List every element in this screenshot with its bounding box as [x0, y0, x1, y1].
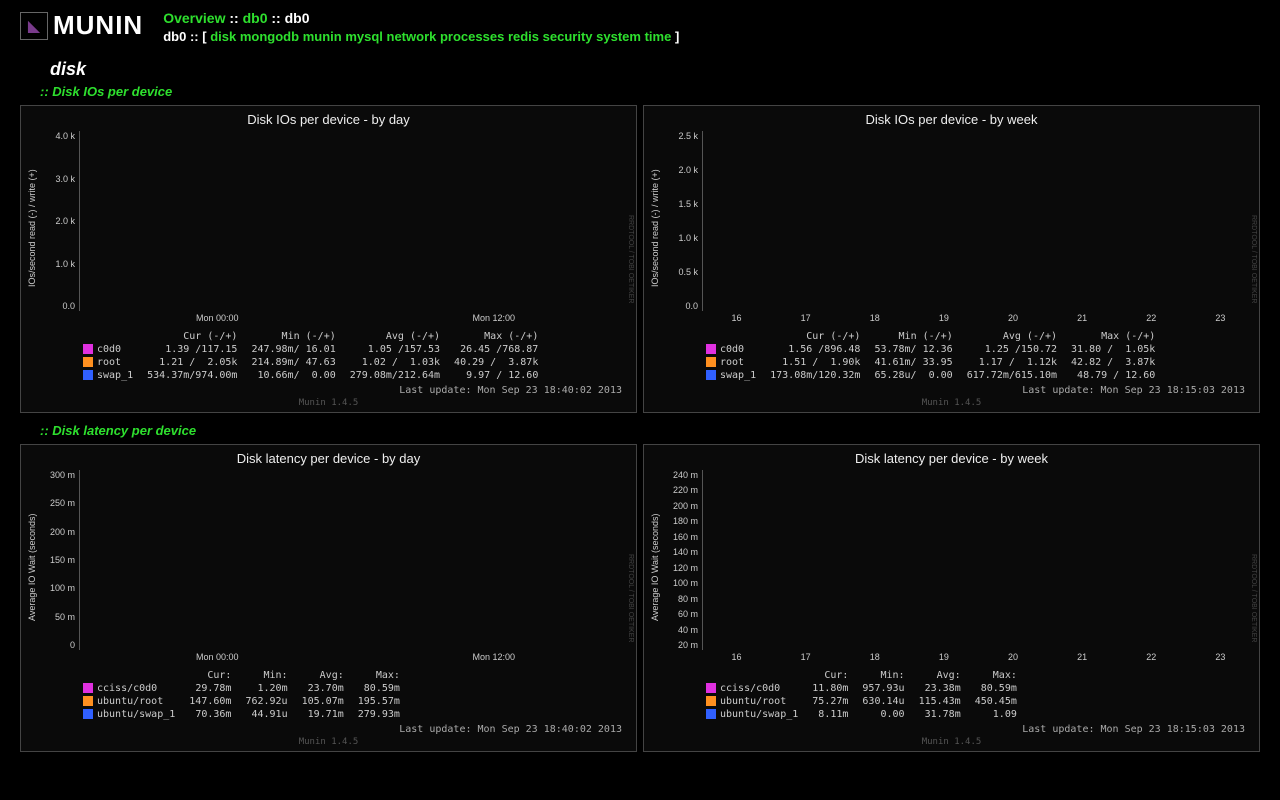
legend-table: Cur:Min:Avg:Max:cciss/c0d011.80m957.93u2…: [698, 668, 1025, 722]
y-axis-label: IOs/second read (-) / write (+): [648, 131, 662, 325]
chart-ios_day[interactable]: Disk IOs per device - by dayRRDTOOL / TO…: [20, 105, 637, 413]
legend-row: cciss/c0d011.80m957.93u23.38m80.59m: [700, 683, 1023, 694]
category-redis[interactable]: redis: [508, 29, 539, 44]
legend-row: c0d01.39 /117.15247.98m/ 16.011.05 /157.…: [77, 344, 544, 355]
legend-row: ubuntu/swap_18.11m0.0031.78m1.09: [700, 709, 1023, 720]
category-disk[interactable]: disk: [210, 29, 236, 44]
x-axis: Mon 00:00Mon 12:00: [79, 650, 632, 664]
category-network[interactable]: network: [387, 29, 437, 44]
subsection-lat: :: Disk latency per device: [40, 423, 1260, 438]
breadcrumb-overview[interactable]: Overview: [163, 10, 225, 26]
last-update: Last update: Mon Sep 23 18:15:03 2013: [648, 724, 1245, 735]
x-axis: 1617181920212223: [702, 650, 1255, 664]
breadcrumb-host: db0: [285, 10, 310, 26]
plot-area: [702, 131, 703, 311]
legend-row: ubuntu/root147.60m762.92u105.07m195.57m: [77, 696, 406, 707]
chart-title: Disk latency per device - by day: [25, 451, 632, 466]
subsection-ios-link[interactable]: Disk IOs per device: [52, 84, 172, 99]
category-munin[interactable]: munin: [303, 29, 342, 44]
legend-row: ubuntu/swap_170.36m44.91u19.71m279.93m: [77, 709, 406, 720]
munin-logo-icon: ◣: [20, 12, 48, 40]
munin-version: Munin 1.4.5: [25, 737, 632, 747]
plot-area: [702, 470, 703, 650]
y-axis-label: Average IO Wait (seconds): [648, 470, 662, 664]
munin-logo-text: MUNIN: [53, 10, 143, 41]
legend-table: Cur (-/+)Min (-/+)Avg (-/+)Max (-/+)c0d0…: [698, 329, 1163, 383]
chart-lat_day[interactable]: Disk latency per device - by dayRRDTOOL …: [20, 444, 637, 752]
legend-row: cciss/c0d029.78m1.20m23.70m80.59m: [77, 683, 406, 694]
breadcrumb: Overview :: db0 :: db0: [163, 10, 679, 26]
munin-version: Munin 1.4.5: [648, 398, 1255, 408]
rrdtool-credit: RRDTOOL / TOBI OETIKER: [624, 112, 634, 406]
plot-area: [79, 131, 80, 311]
chart-lat_week[interactable]: Disk latency per device - by weekRRDTOOL…: [643, 444, 1260, 752]
y-axis: 4.0 k3.0 k2.0 k1.0 k0.0: [39, 131, 79, 311]
legend-table: Cur:Min:Avg:Max:cciss/c0d029.78m1.20m23.…: [75, 668, 408, 722]
chart-title: Disk IOs per device - by day: [25, 112, 632, 127]
legend-row: c0d01.56 /896.4853.78m/ 12.361.25 /150.7…: [700, 344, 1161, 355]
legend-row: ubuntu/root75.27m630.14u115.43m450.45m: [700, 696, 1023, 707]
y-axis-label: Average IO Wait (seconds): [25, 470, 39, 664]
legend-row: root1.21 / 2.05k214.89m/ 47.631.02 / 1.0…: [77, 357, 544, 368]
munin-logo: ◣ MUNIN: [20, 10, 143, 41]
munin-version: Munin 1.4.5: [648, 737, 1255, 747]
rrdtool-credit: RRDTOOL / TOBI OETIKER: [624, 451, 634, 745]
munin-version: Munin 1.4.5: [25, 398, 632, 408]
rrdtool-credit: RRDTOOL / TOBI OETIKER: [1247, 451, 1257, 745]
y-axis-label: IOs/second read (-) / write (+): [25, 131, 39, 325]
breadcrumb-group[interactable]: db0: [243, 10, 268, 26]
rrdtool-credit: RRDTOOL / TOBI OETIKER: [1247, 112, 1257, 406]
chart-ios_week[interactable]: Disk IOs per device - by weekRRDTOOL / T…: [643, 105, 1260, 413]
y-axis: 240 m220 m200 m180 m160 m140 m120 m100 m…: [662, 470, 702, 650]
category-mysql[interactable]: mysql: [345, 29, 383, 44]
y-axis: 2.5 k2.0 k1.5 k1.0 k0.5 k0.0: [662, 131, 702, 311]
subsection-ios: :: Disk IOs per device: [40, 84, 1260, 99]
category-security[interactable]: security: [543, 29, 593, 44]
legend-row: swap_1534.37m/974.00m10.66m/ 0.00279.08m…: [77, 370, 544, 381]
category-system[interactable]: system: [596, 29, 641, 44]
legend-table: Cur (-/+)Min (-/+)Avg (-/+)Max (-/+)c0d0…: [75, 329, 546, 383]
section-title: disk: [50, 59, 1260, 80]
x-axis: 1617181920212223: [702, 311, 1255, 325]
plot-area: [79, 470, 80, 650]
category-time[interactable]: time: [645, 29, 672, 44]
y-axis: 300 m250 m200 m150 m100 m50 m0: [39, 470, 79, 650]
chart-title: Disk IOs per device - by week: [648, 112, 1255, 127]
x-axis: Mon 00:00Mon 12:00: [79, 311, 632, 325]
category-nav: db0 :: [ disk mongodb munin mysql networ…: [163, 29, 679, 44]
last-update: Last update: Mon Sep 23 18:15:03 2013: [648, 385, 1245, 396]
last-update: Last update: Mon Sep 23 18:40:02 2013: [25, 724, 622, 735]
category-processes[interactable]: processes: [440, 29, 504, 44]
chart-title: Disk latency per device - by week: [648, 451, 1255, 466]
subsection-lat-link[interactable]: Disk latency per device: [52, 423, 196, 438]
last-update: Last update: Mon Sep 23 18:40:02 2013: [25, 385, 622, 396]
category-mongodb[interactable]: mongodb: [240, 29, 299, 44]
legend-row: swap_1173.08m/120.32m65.28u/ 0.00617.72m…: [700, 370, 1161, 381]
legend-row: root1.51 / 1.90k41.61m/ 33.951.17 / 1.12…: [700, 357, 1161, 368]
